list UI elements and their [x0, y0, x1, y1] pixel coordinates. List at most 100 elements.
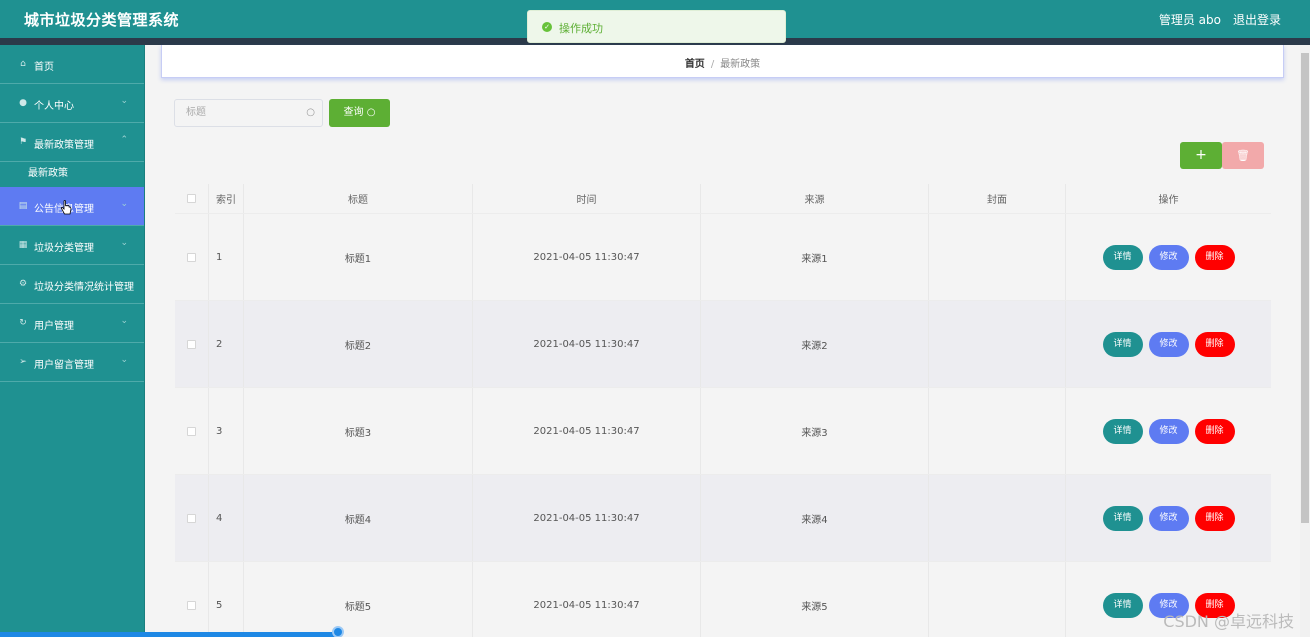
title-search-input[interactable]: 标题 ○ — [174, 99, 323, 127]
row-checkbox-cell — [175, 301, 209, 387]
row-source: 来源4 — [701, 475, 929, 561]
sidebar-item-profile[interactable]: ● 个人中心 ⌄ — [0, 84, 144, 123]
sidebar-item-policy-management[interactable]: ⚑ 最新政策管理 ⌃ — [0, 123, 144, 162]
row-time: 2021-04-05 11:30:47 — [473, 388, 701, 474]
row-cover — [929, 388, 1066, 474]
sidebar-item-label: 用户管理 — [34, 321, 74, 332]
header-index: 索引 — [209, 184, 244, 213]
header-time: 时间 — [473, 184, 701, 213]
table-row: 2 标题2 2021-04-05 11:30:47 来源2 详情 修改 删除 — [175, 301, 1271, 388]
success-toast: ✓ 操作成功 — [527, 10, 786, 43]
edit-button[interactable]: 修改 — [1148, 418, 1189, 444]
chevron-down-icon: ⌄ — [120, 96, 128, 106]
search-icon: ○ — [366, 107, 376, 118]
sidebar: ⌂ 首页 ● 个人中心 ⌄ ⚑ 最新政策管理 ⌃ 最新政策 ▤ 公告信息管理 ⌄… — [0, 45, 145, 637]
select-all-cell — [175, 184, 209, 213]
edit-button[interactable]: 修改 — [1148, 244, 1189, 270]
video-progress-bar[interactable] — [0, 632, 340, 637]
row-checkbox[interactable] — [187, 252, 196, 262]
table-row: 1 标题1 2021-04-05 11:30:47 来源1 详情 修改 删除 — [175, 214, 1271, 301]
row-index: 4 — [209, 475, 244, 561]
detail-button[interactable]: 详情 — [1102, 418, 1143, 444]
table-row: 3 标题3 2021-04-05 11:30:47 来源3 详情 修改 删除 — [175, 388, 1271, 475]
row-index: 1 — [209, 214, 244, 300]
row-index: 3 — [209, 388, 244, 474]
row-title: 标题4 — [244, 475, 473, 561]
logout-link[interactable]: 退出登录 — [1233, 11, 1281, 28]
query-button[interactable]: 查询 ○ — [329, 99, 390, 127]
row-checkbox[interactable] — [187, 426, 196, 436]
hand-cursor-icon — [60, 200, 72, 215]
row-cover — [929, 475, 1066, 561]
breadcrumb-current: 最新政策 — [720, 59, 761, 70]
edit-button[interactable]: 修改 — [1148, 331, 1189, 357]
table-row: 4 标题4 2021-04-05 11:30:47 来源4 详情 修改 删除 — [175, 475, 1271, 562]
row-checkbox[interactable] — [187, 339, 196, 349]
check-circle-icon: ✓ — [542, 22, 552, 32]
current-user-label: 管理员 abo — [1158, 13, 1221, 27]
main-content: 首页 / 最新政策 标题 ○ 查询 ○ + 🗑 索引 标题 时间 来源 封面 操作 … — [145, 45, 1300, 637]
detail-button[interactable]: 详情 — [1102, 331, 1143, 357]
add-button[interactable]: + — [1180, 142, 1222, 169]
delete-button[interactable]: 删除 — [1194, 331, 1235, 357]
row-checkbox[interactable] — [187, 600, 196, 610]
row-time: 2021-04-05 11:30:47 — [473, 562, 701, 637]
watermark: CSDN @卓远科技 — [1163, 612, 1294, 631]
flag-icon: ⚑ — [18, 137, 28, 147]
row-source: 来源5 — [701, 562, 929, 637]
detail-button[interactable]: 详情 — [1102, 505, 1143, 531]
search-icon: ○ — [306, 107, 315, 118]
row-ops: 详情 修改 删除 — [1066, 214, 1271, 300]
row-index: 2 — [209, 301, 244, 387]
row-source: 来源3 — [701, 388, 929, 474]
row-ops: 详情 修改 删除 — [1066, 301, 1271, 387]
search-placeholder: 标题 — [186, 107, 206, 118]
sidebar-item-garbage-category-management[interactable]: ▦ 垃圾分类管理 ⌄ — [0, 226, 144, 265]
header-source: 来源 — [701, 184, 929, 213]
header-title: 标题 — [244, 184, 473, 213]
row-checkbox-cell — [175, 214, 209, 300]
breadcrumb-home[interactable]: 首页 — [685, 59, 705, 70]
refresh-icon: ↻ — [19, 318, 27, 328]
select-all-checkbox[interactable] — [187, 194, 196, 203]
batch-delete-button[interactable]: 🗑 — [1222, 142, 1264, 169]
row-checkbox-cell — [175, 475, 209, 561]
sidebar-item-label: 用户留言管理 — [34, 360, 94, 371]
app-title: 城市垃圾分类管理系统 — [24, 11, 180, 29]
sidebar-item-label: 垃圾分类管理 — [34, 243, 94, 254]
sidebar-item-label: 最新政策管理 — [34, 140, 94, 151]
header-ops: 操作 — [1158, 195, 1179, 206]
vertical-scrollbar[interactable] — [1300, 45, 1310, 637]
row-title: 标题1 — [244, 214, 473, 300]
delete-button[interactable]: 删除 — [1194, 505, 1235, 531]
row-ops: 详情 修改 删除 — [1066, 475, 1271, 561]
progress-handle[interactable] — [332, 626, 344, 637]
gear-icon: ⚙ — [18, 279, 28, 289]
trash-icon: 🗑 — [1236, 149, 1250, 162]
scrollbar-thumb[interactable] — [1301, 53, 1309, 523]
breadcrumb: 首页 / 最新政策 — [161, 45, 1284, 78]
edit-button[interactable]: 修改 — [1148, 505, 1189, 531]
row-time: 2021-04-05 11:30:47 — [473, 301, 701, 387]
detail-button[interactable]: 详情 — [1102, 244, 1143, 270]
detail-button[interactable]: 详情 — [1102, 592, 1143, 618]
query-button-label: 查询 — [343, 107, 364, 118]
delete-button[interactable]: 删除 — [1194, 244, 1235, 270]
row-title: 标题2 — [244, 301, 473, 387]
row-cover — [929, 214, 1066, 300]
table-header-row: 索引 标题 时间 来源 封面 操作 — [175, 184, 1271, 214]
row-time: 2021-04-05 11:30:47 — [473, 475, 701, 561]
row-cover — [929, 562, 1066, 637]
row-checkbox[interactable] — [187, 513, 196, 523]
row-checkbox-cell — [175, 388, 209, 474]
sidebar-item-announcement-management[interactable]: ▤ 公告信息管理 ⌄ — [0, 187, 144, 226]
chevron-down-icon: ⌄ — [120, 199, 128, 209]
sidebar-subitem-latest-policy[interactable]: 最新政策 — [0, 162, 144, 187]
sidebar-item-statistics-management[interactable]: ⚙ 垃圾分类情况统计管理 — [0, 265, 144, 304]
sidebar-item-message-management[interactable]: ➢ 用户留言管理 ⌄ — [0, 343, 144, 382]
sidebar-item-home[interactable]: ⌂ 首页 — [0, 45, 144, 84]
delete-button[interactable]: 删除 — [1194, 418, 1235, 444]
sidebar-item-user-management[interactable]: ↻ 用户管理 ⌄ — [0, 304, 144, 343]
row-cover — [929, 301, 1066, 387]
sidebar-item-label: 最新政策 — [28, 168, 68, 179]
